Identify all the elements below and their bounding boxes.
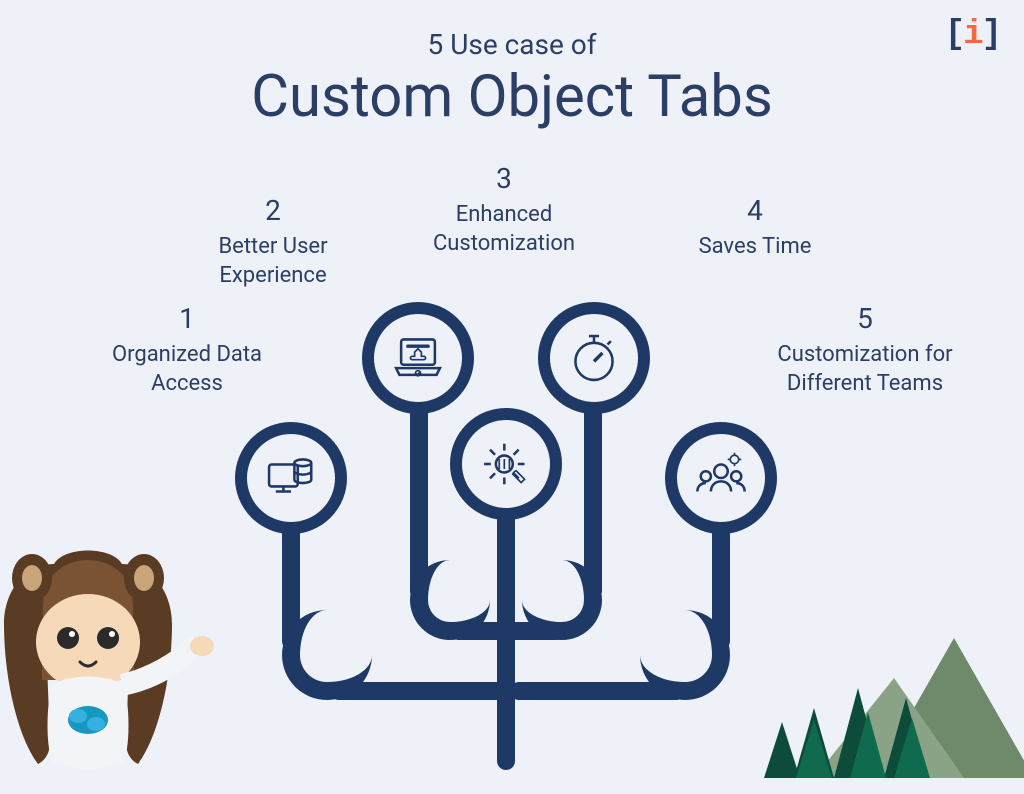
usecase-4: 4 Saves Time [650,194,860,262]
branch-stem [510,682,685,700]
scenery-icon [754,578,1024,778]
node-2 [362,302,474,414]
usecase-1-num: 1 [82,302,292,335]
branch-stem [450,622,510,640]
node-3 [450,408,562,520]
usecase-1: 1 Organized Data Access [82,302,292,398]
usecase-5-label: Customization for Different Teams [740,341,990,398]
header: 5 Use case of Custom Object Tabs [0,0,1024,131]
laptop-thumbsup-icon [391,331,445,385]
usecase-5-num: 5 [740,302,990,335]
usecase-1-label: Organized Data Access [82,341,292,398]
stopwatch-icon [567,331,621,385]
node-1 [235,422,347,534]
usecase-3: 3 Enhanced Customization [404,162,604,258]
usecase-3-num: 3 [404,162,604,195]
branch-stem [330,682,505,700]
usecase-3-label: Enhanced Customization [404,201,604,258]
branch-stem [505,622,565,640]
usecase-4-label: Saves Time [650,233,860,262]
page-title: Custom Object Tabs [0,63,1024,131]
database-monitor-icon [264,451,318,505]
team-gear-icon [694,451,748,505]
node-5 [665,422,777,534]
subtitle: 5 Use case of [0,28,1024,61]
brand-logo: [i] [945,16,1000,54]
gear-wrench-icon [479,437,533,491]
mascot-astro-icon [0,534,224,794]
usecase-2: 2 Better User Experience [168,194,378,290]
usecase-4-num: 4 [650,194,860,227]
node-4 [538,302,650,414]
usecase-2-label: Better User Experience [168,233,378,290]
usecase-5: 5 Customization for Different Teams [740,302,990,398]
usecase-2-num: 2 [168,194,378,227]
